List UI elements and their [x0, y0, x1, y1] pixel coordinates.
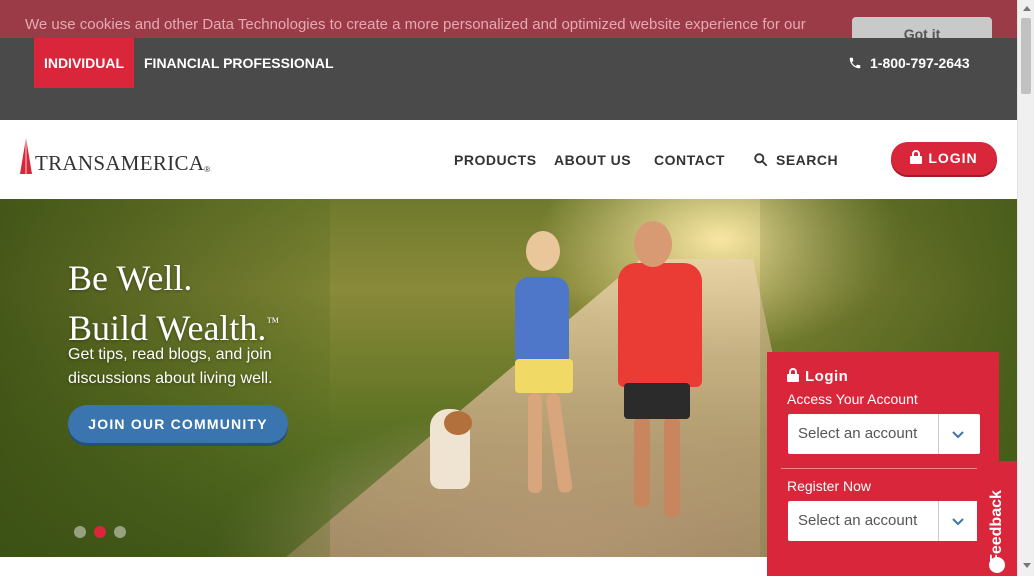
- nav-about-us[interactable]: ABOUT US: [554, 120, 631, 199]
- feedback-label: Feedback: [988, 490, 1005, 564]
- hero-subcopy: Get tips, read blogs, and join discussio…: [68, 346, 273, 387]
- join-community-button[interactable]: JOIN OUR COMMUNITY: [68, 405, 288, 443]
- cookie-banner: We use cookies and other Data Technologi…: [0, 0, 1017, 45]
- phone-link[interactable]: 1-800-797-2643: [848, 38, 970, 88]
- carousel-dot-3[interactable]: [114, 526, 126, 538]
- nav-search[interactable]: SEARCH: [753, 120, 838, 199]
- login-panel: Login Access Your Account Select an acco…: [767, 352, 999, 576]
- select-separator: [938, 414, 939, 454]
- hero-headline-line1: Be Well.: [68, 258, 193, 298]
- hero-dog-ear: [444, 411, 472, 435]
- access-account-select[interactable]: Select an account: [788, 414, 980, 454]
- register-account-select-value: Select an account: [798, 512, 918, 529]
- hero-woman-shorts: [515, 359, 573, 393]
- scroll-down-arrow-icon[interactable]: [1023, 563, 1031, 568]
- lock-icon: [787, 368, 799, 382]
- phone-number: 1-800-797-2643: [870, 55, 970, 71]
- feedback-icon: [989, 557, 1005, 573]
- hero-man-leg: [664, 417, 680, 517]
- hero-man-head: [634, 221, 672, 267]
- tab-financial-professional[interactable]: FINANCIAL PROFESSIONAL: [144, 38, 334, 88]
- main-header: TRANSAMERICA ® PRODUCTS ABOUT US CONTACT …: [0, 120, 1017, 199]
- select-separator: [938, 501, 939, 541]
- hero-man-shorts: [624, 383, 690, 419]
- hero-man-shirt: [618, 263, 702, 387]
- page-scrollbar[interactable]: [1017, 0, 1034, 576]
- hero-headline: Be Well. Build Wealth.™: [68, 257, 279, 350]
- audience-bar: INDIVIDUAL FINANCIAL PROFESSIONAL 1-800-…: [0, 38, 1017, 120]
- register-account-select[interactable]: Select an account: [788, 501, 980, 541]
- logo-tower-icon: [20, 138, 32, 174]
- login-panel-divider: [781, 468, 985, 469]
- logo[interactable]: TRANSAMERICA ®: [20, 134, 210, 174]
- login-panel-title: Login: [787, 368, 848, 385]
- login-panel-title-text: Login: [805, 368, 849, 385]
- feedback-tab[interactable]: Feedback: [977, 461, 1017, 576]
- access-account-select-value: Select an account: [798, 425, 918, 442]
- scroll-up-arrow-icon[interactable]: [1023, 6, 1031, 11]
- hero-woman-head: [526, 231, 560, 271]
- header-login-label: LOGIN: [928, 150, 978, 166]
- access-account-label: Access Your Account: [787, 391, 918, 407]
- lock-icon: [910, 150, 923, 164]
- search-icon: [754, 153, 768, 167]
- register-now-label: Register Now: [787, 478, 872, 494]
- nav-products[interactable]: PRODUCTS: [454, 120, 537, 199]
- chevron-down-icon: [952, 518, 964, 526]
- cookie-banner-text: We use cookies and other Data Technologi…: [25, 16, 806, 33]
- tab-individual[interactable]: INDIVIDUAL: [34, 38, 134, 88]
- logo-text: TRANSAMERICA: [35, 151, 205, 175]
- carousel-dot-1[interactable]: [74, 526, 86, 538]
- carousel-dots: [74, 526, 126, 538]
- hero-woman-leg: [528, 393, 542, 493]
- carousel-dot-2[interactable]: [94, 526, 106, 538]
- header-login-button[interactable]: LOGIN: [891, 142, 997, 175]
- scroll-thumb[interactable]: [1021, 18, 1031, 94]
- hero-woman-top: [515, 277, 569, 365]
- nav-contact[interactable]: CONTACT: [654, 120, 725, 199]
- phone-icon: [849, 57, 861, 69]
- trademark-mark: ™: [266, 314, 280, 329]
- chevron-down-icon: [952, 431, 964, 439]
- nav-search-label: SEARCH: [776, 152, 839, 168]
- hero-man-leg: [634, 417, 650, 507]
- hero-headline-line2-text: Build Wealth.: [68, 308, 267, 348]
- page: We use cookies and other Data Technologi…: [0, 0, 1034, 576]
